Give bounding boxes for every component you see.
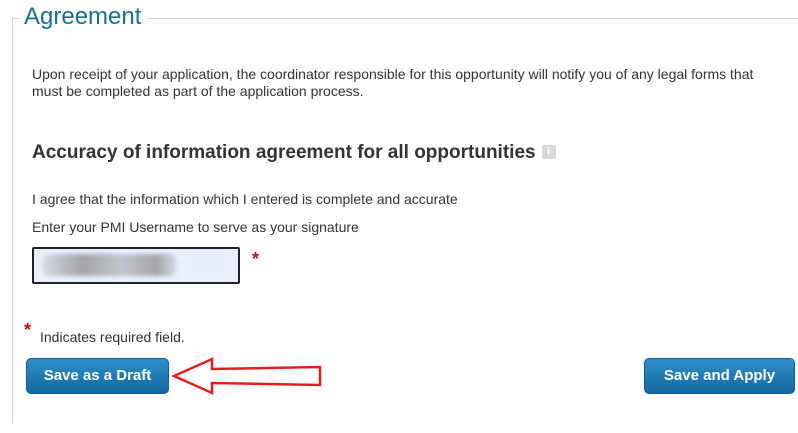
annotation-arrow-shape <box>172 357 322 395</box>
annotation-arrow-icon <box>172 357 322 395</box>
accuracy-title-text: Accuracy of information agreement for al… <box>32 142 536 163</box>
section-legend: Agreement <box>20 2 148 32</box>
save-and-apply-button[interactable]: Save and Apply <box>644 358 795 394</box>
intro-text: Upon receipt of your application, the co… <box>32 66 754 99</box>
accuracy-title: Accuracy of information agreement for al… <box>32 142 556 164</box>
agree-statement: I agree that the information which I ent… <box>32 191 458 207</box>
required-note: Indicates required field. <box>40 329 185 345</box>
required-note-star: * <box>24 320 32 340</box>
signature-label: Enter your PMI Username to serve as your… <box>32 219 359 235</box>
required-star: * <box>252 249 260 269</box>
redacted-username <box>42 254 177 276</box>
save-draft-button[interactable]: Save as a Draft <box>26 358 169 394</box>
info-icon[interactable]: i <box>541 144 556 159</box>
